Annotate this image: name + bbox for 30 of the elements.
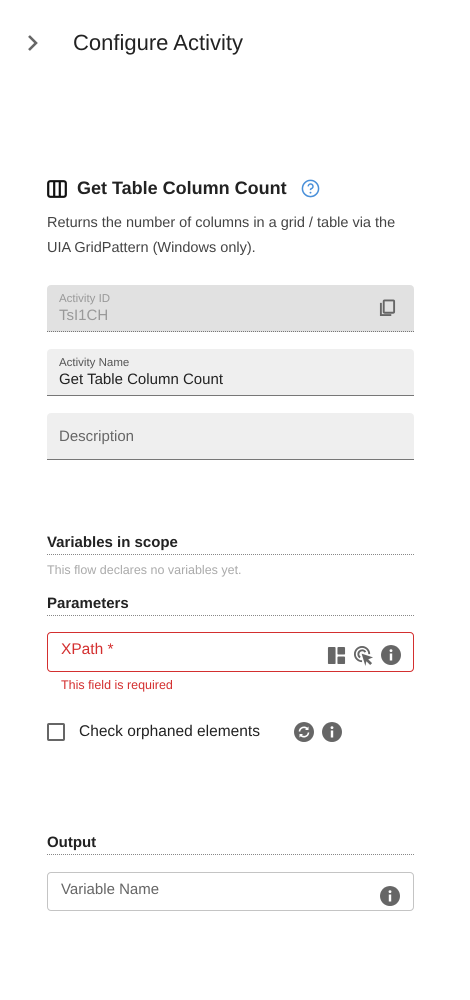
- panel-title: Configure Activity: [73, 30, 243, 56]
- field-label: Activity ID: [59, 292, 110, 304]
- text-field[interactable]: Description: [47, 413, 414, 460]
- layout-icon[interactable]: [327, 646, 346, 664]
- field-value: TsI1CH: [59, 306, 110, 324]
- checkbox-label[interactable]: Check orphaned elements: [79, 723, 260, 741]
- variable-name-field[interactable]: Variable Name: [47, 872, 414, 911]
- field-label: XPath *: [61, 641, 114, 659]
- field-placeholder: Description: [59, 428, 134, 444]
- info-icon[interactable]: [322, 722, 342, 742]
- activity-title: Get Table Column Count: [77, 178, 287, 199]
- field-placeholder: Variable Name: [61, 881, 160, 898]
- section-heading: Variables in scope: [47, 534, 178, 551]
- section-heading: Output: [47, 834, 96, 851]
- refresh-icon[interactable]: [294, 722, 314, 742]
- columns-icon: [47, 180, 67, 198]
- empty-note: This flow declares no variables yet.: [47, 563, 243, 577]
- target-pointer-icon[interactable]: [353, 644, 374, 666]
- field-label: Activity Name: [59, 356, 130, 368]
- info-icon[interactable]: [381, 645, 401, 665]
- field-value: Get Table Column Count: [59, 370, 223, 388]
- chevron-right-icon[interactable]: [27, 34, 39, 52]
- checkbox[interactable]: [47, 723, 65, 741]
- activity-description: Returns the number of columns in a grid / table via the UIA GridPattern (Windows only).: [47, 214, 396, 258]
- info-icon[interactable]: [380, 886, 400, 906]
- text-field[interactable]: Activity Name Get Table Column Count: [47, 349, 414, 396]
- help-icon[interactable]: [300, 179, 320, 198]
- xpath-field[interactable]: XPath *: [47, 632, 414, 672]
- error-message: This field is required: [61, 678, 173, 692]
- section-heading: Parameters: [47, 595, 129, 612]
